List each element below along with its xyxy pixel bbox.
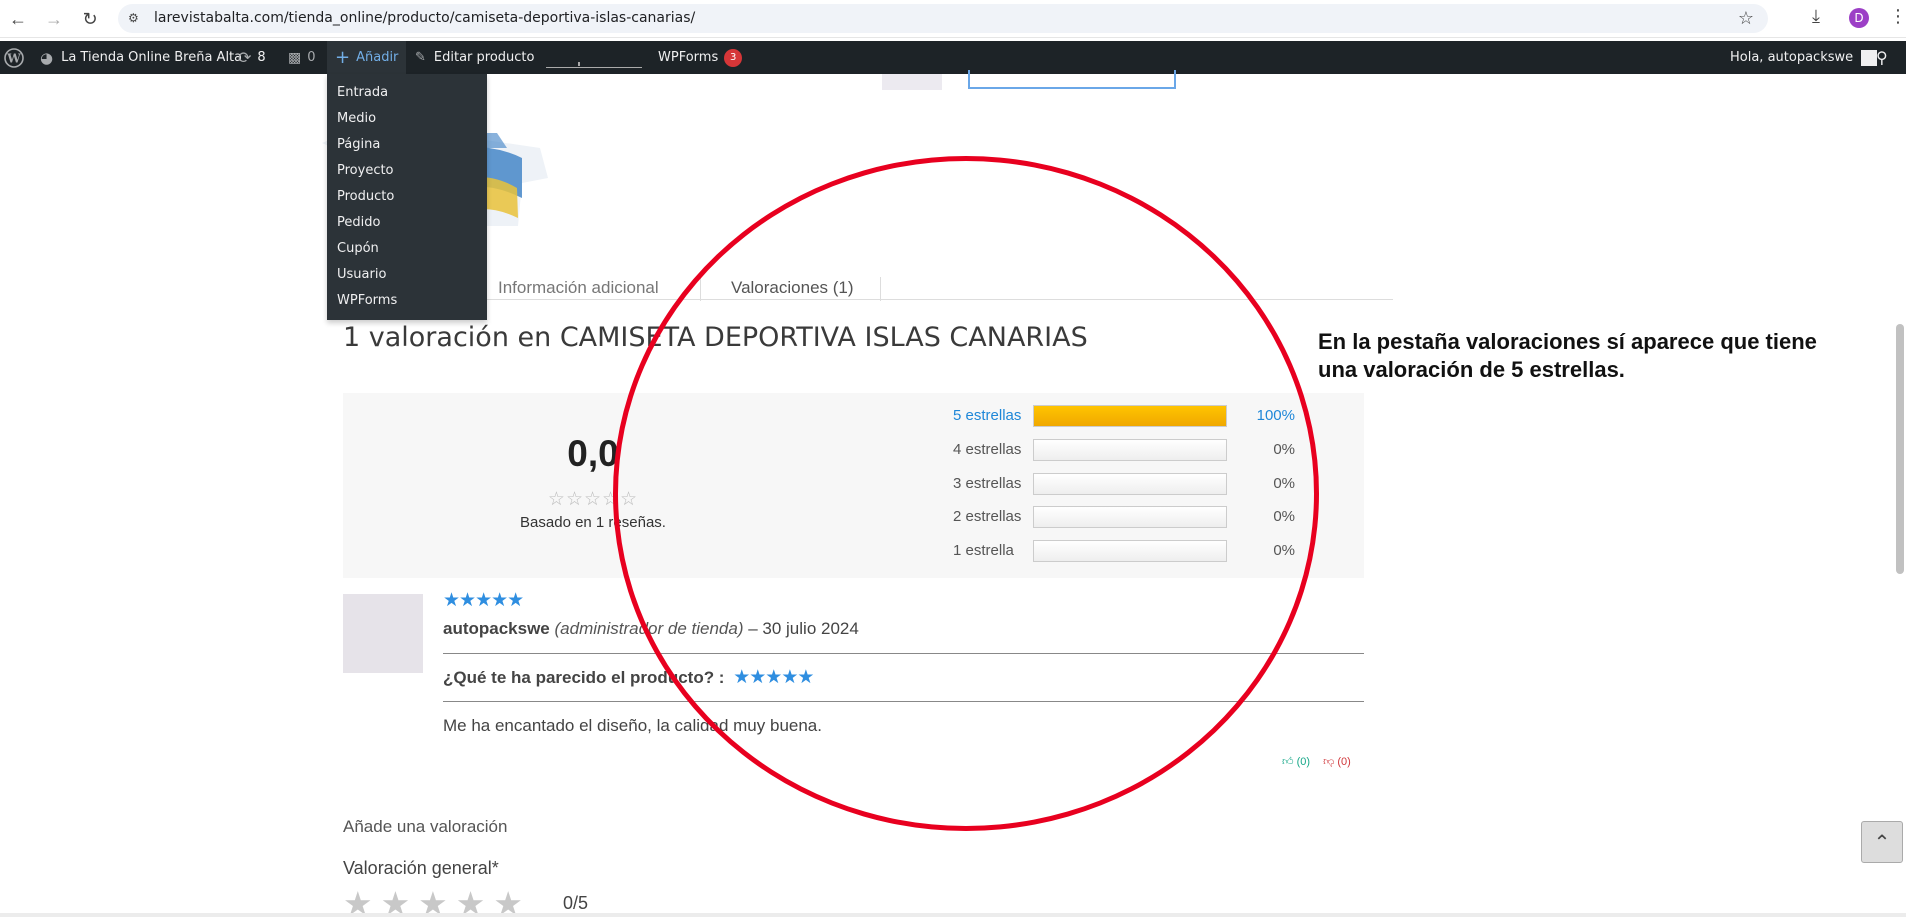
vote-up-button[interactable]: 👍︎ (0) xyxy=(1282,756,1310,768)
page-bottom-edge xyxy=(0,913,1906,917)
admin-bar-indicator xyxy=(546,62,642,68)
greeting: Hola, autopackswe xyxy=(1730,50,1854,65)
wpforms-link[interactable]: WPForms 3 xyxy=(658,41,743,74)
menu-item-medio[interactable]: Medio xyxy=(327,106,487,132)
site-settings-icon[interactable]: ⚙ xyxy=(128,11,143,26)
review-stars: ★★★★★ xyxy=(443,590,524,611)
highlight-circle xyxy=(613,156,1319,831)
add-new-label: Añadir xyxy=(356,50,399,65)
menu-item-entrada[interactable]: Entrada xyxy=(327,80,487,106)
menu-item-cupon[interactable]: Cupón xyxy=(327,236,487,262)
updates-icon: ⟳ xyxy=(238,48,252,67)
menu-item-pagina[interactable]: Página xyxy=(327,132,487,158)
comments-count: 0 xyxy=(307,50,316,65)
bookmark-star-icon[interactable]: ☆ xyxy=(1738,8,1754,29)
pencil-icon: ✎ xyxy=(415,50,426,65)
wpforms-badge: 3 xyxy=(724,48,743,67)
url-text: larevistabalta.com/tienda_online/product… xyxy=(154,10,696,26)
add-new-dropdown: Entrada Medio Página Proyecto Producto P… xyxy=(327,74,487,320)
add-to-cart-button[interactable] xyxy=(968,70,1176,89)
updates-link[interactable]: ⟳ 8 xyxy=(238,41,266,74)
menu-item-usuario[interactable]: Usuario xyxy=(327,262,487,288)
profile-avatar[interactable]: D xyxy=(1849,8,1869,28)
rating-value: 0/5 xyxy=(563,893,589,913)
wordpress-logo-icon[interactable]: W xyxy=(4,41,24,74)
site-name-link[interactable]: ◕ La Tienda Online Breña Alta xyxy=(40,41,242,74)
vote-up-count: (0) xyxy=(1296,756,1311,768)
wp-admin-bar: W ◕ La Tienda Online Breña Alta ⟳ 8 ▩ 0 … xyxy=(0,41,1906,74)
user-avatar xyxy=(1861,49,1878,66)
vote-down-button[interactable]: 👎︎ (0) xyxy=(1323,756,1351,768)
tab-additional-info[interactable]: Información adicional xyxy=(498,278,659,298)
browser-menu-icon[interactable]: ⋮ xyxy=(1889,6,1906,27)
dashboard-icon: ◕ xyxy=(40,48,54,67)
comments-icon: ▩ xyxy=(288,49,302,66)
my-account-link[interactable]: Hola, autopackswe xyxy=(1730,41,1878,74)
page-scrollbar[interactable] xyxy=(1894,74,1906,917)
plus-icon: + xyxy=(335,47,351,68)
edit-product-label: Editar producto xyxy=(433,50,535,65)
add-new-menu[interactable]: + Añadir xyxy=(327,41,407,74)
review-author: autopackswe xyxy=(443,619,550,638)
chevron-up-icon: ⌃ xyxy=(1873,831,1891,854)
thumbs-up-icon: 👍︎ xyxy=(1282,756,1294,768)
menu-item-pedido[interactable]: Pedido xyxy=(327,210,487,236)
menu-item-proyecto[interactable]: Proyecto xyxy=(327,158,487,184)
back-icon[interactable]: ← xyxy=(6,7,30,31)
review-votes: 👍︎ (0) 👎︎ (0) xyxy=(1282,755,1351,768)
thumbs-down-icon: 👎︎ xyxy=(1323,756,1335,768)
rating-label-text: Valoración general xyxy=(343,858,492,878)
overall-rating-label: Valoración general* xyxy=(343,858,499,879)
wpforms-label: WPForms xyxy=(658,50,719,65)
menu-item-producto[interactable]: Producto xyxy=(327,184,487,210)
forward-icon[interactable]: → xyxy=(42,7,66,31)
address-bar[interactable]: ⚙ larevistabalta.com/tienda_online/produ… xyxy=(118,4,1768,33)
updates-count: 8 xyxy=(257,50,266,65)
quantity-box[interactable] xyxy=(882,74,942,90)
annotation-text: En la pestaña valoraciones sí aparece qu… xyxy=(1318,329,1817,382)
rating-star-input[interactable]: ★★★★★ xyxy=(343,884,531,923)
menu-item-wpforms[interactable]: WPForms xyxy=(327,288,487,314)
svg-text:W: W xyxy=(6,51,21,65)
comments-link[interactable]: ▩ 0 xyxy=(288,41,316,74)
scrollbar-thumb[interactable] xyxy=(1896,324,1904,574)
browser-toolbar: ← → ↻ ⚙ larevistabalta.com/tienda_online… xyxy=(0,0,1906,38)
reviewer-avatar xyxy=(343,594,423,673)
reload-icon[interactable]: ↻ xyxy=(78,7,102,31)
site-name: La Tienda Online Breña Alta xyxy=(61,50,243,65)
vote-down-count: (0) xyxy=(1337,756,1351,768)
search-icon[interactable]: ⚲ xyxy=(1876,41,1888,74)
back-to-top-button[interactable]: ⌃ xyxy=(1861,821,1903,863)
required-mark: * xyxy=(491,858,499,878)
download-icon[interactable]: ⤓ xyxy=(1812,6,1820,27)
edit-product-link[interactable]: ✎ Editar producto xyxy=(415,41,534,74)
add-review-heading: Añade una valoración xyxy=(343,817,508,836)
